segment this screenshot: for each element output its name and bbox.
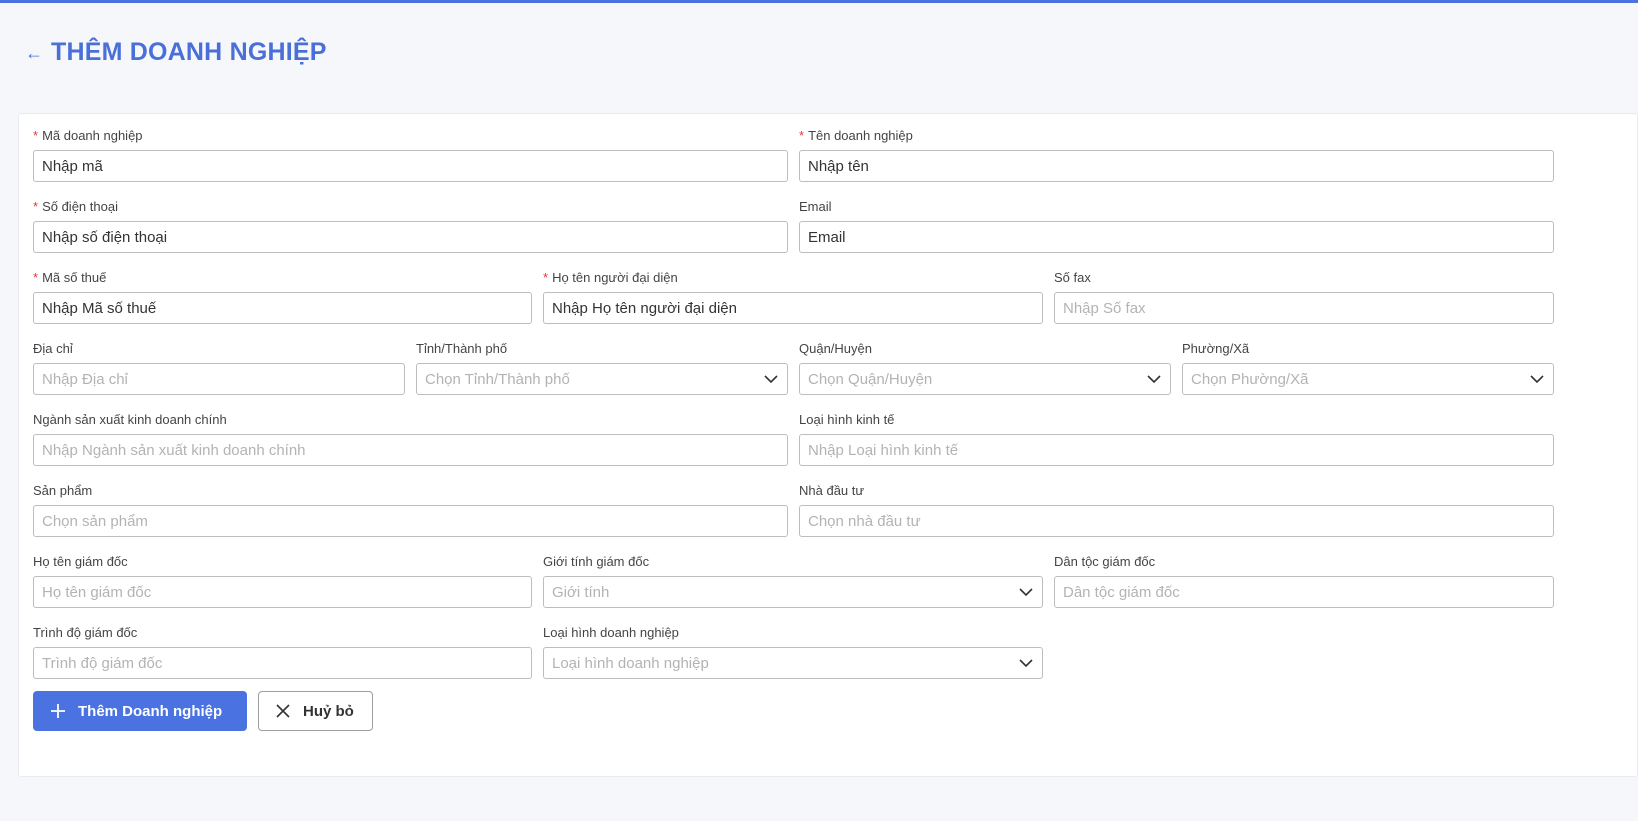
field-san-pham: Sản phẩm Chọn sản phẩm (33, 482, 788, 537)
field-dan-toc-giam-doc: Dân tộc giám đốc Dân tộc giám đốc (1054, 553, 1554, 608)
field-label: Trình độ giám đốc (33, 625, 138, 640)
page-header: ← THÊM DOANH NGHIỆP (25, 38, 327, 67)
field-label: Phường/Xã (1182, 341, 1250, 356)
field-trinh-do-giam-doc: Trình độ giám đốc Trình độ giám đốc (33, 624, 532, 679)
field-tinh-thanh-pho: Tỉnh/Thành phố Chọn Tỉnh/Thành phố (416, 340, 788, 395)
chevron-down-icon (1147, 375, 1161, 384)
chevron-down-icon (1019, 659, 1033, 668)
trinh-do-giam-doc-input[interactable]: Trình độ giám đốc (33, 647, 532, 679)
field-label: Tên doanh nghiệp (808, 128, 913, 143)
field-loai-hinh-kinh-te: Loại hình kinh tế Nhập Loại hình kinh tế (799, 411, 1554, 466)
button-label: Thêm Doanh nghiệp (78, 702, 223, 720)
required-mark: * (33, 270, 39, 285)
field-ten-doanh-nghiep: * Tên doanh nghiệp Nhập tên (799, 127, 1554, 182)
add-enterprise-button[interactable]: Thêm Doanh nghiệp (33, 691, 247, 731)
loai-hinh-doanh-nghiep-select[interactable]: Loại hình doanh nghiệp (543, 647, 1043, 679)
ho-ten-giam-doc-input[interactable]: Họ tên giám đốc (33, 576, 532, 608)
tinh-thanh-pho-select[interactable]: Chọn Tỉnh/Thành phố (416, 363, 788, 395)
field-so-dien-thoai: * Số điện thoại Nhập số điện thoại (33, 198, 788, 253)
field-ma-doanh-nghiep: * Mã doanh nghiệp Nhập mã (33, 127, 788, 182)
field-label: Sản phẩm (33, 483, 93, 498)
form-card: * Mã doanh nghiệp Nhập mã * Tên doanh nghi… (18, 113, 1638, 777)
loai-hinh-kinh-te-input[interactable]: Nhập Loại hình kinh tế (799, 434, 1554, 466)
plus-icon (51, 704, 65, 718)
nguoi-dai-dien-input[interactable]: Nhập Họ tên người đại diện (543, 292, 1043, 324)
field-label: Ngành sản xuất kinh doanh chính (33, 412, 227, 427)
so-fax-input[interactable]: Nhập Số fax (1054, 292, 1554, 324)
field-so-fax: Số fax Nhập Số fax (1054, 269, 1554, 324)
required-mark: * (799, 128, 805, 143)
ma-so-thue-input[interactable]: Nhập Mã số thuế (33, 292, 532, 324)
san-pham-select[interactable]: Chọn sản phẩm (33, 505, 788, 537)
field-label: Loại hình doanh nghiệp (543, 625, 679, 640)
field-phuong-xa: Phường/Xã Chọn Phường/Xã (1182, 340, 1554, 395)
required-mark: * (33, 128, 39, 143)
select-placeholder: Chọn Phường/Xã (1191, 370, 1309, 388)
cancel-button[interactable]: Huỷ bỏ (258, 691, 373, 731)
ten-doanh-nghiep-input[interactable]: Nhập tên (799, 150, 1554, 182)
select-placeholder: Loại hình doanh nghiệp (552, 654, 709, 672)
field-label: Họ tên giám đốc (33, 554, 128, 569)
so-dien-thoai-input[interactable]: Nhập số điện thoại (33, 221, 788, 253)
page-title: THÊM DOANH NGHIỆP (51, 38, 327, 66)
field-email: Email Email (799, 198, 1554, 253)
field-label: Họ tên người đại diện (552, 270, 678, 285)
close-icon (276, 704, 290, 718)
field-label: Địa chỉ (33, 341, 73, 356)
top-accent-bar (0, 0, 1638, 3)
field-ma-so-thue: * Mã số thuế Nhập Mã số thuế (33, 269, 532, 324)
nha-dau-tu-select[interactable]: Chọn nhà đầu tư (799, 505, 1554, 537)
field-quan-huyen: Quận/Huyện Chọn Quận/Huyện (799, 340, 1171, 395)
gioi-tinh-giam-doc-select[interactable]: Giới tính (543, 576, 1043, 608)
chevron-down-icon (1530, 375, 1544, 384)
chevron-down-icon (1019, 588, 1033, 597)
email-input[interactable]: Email (799, 221, 1554, 253)
field-label: Mã doanh nghiệp (42, 128, 143, 143)
select-placeholder: Chọn Quận/Huyện (808, 370, 933, 388)
select-placeholder: Giới tính (552, 583, 610, 601)
field-label: Loại hình kinh tế (799, 412, 895, 427)
required-mark: * (33, 199, 39, 214)
ma-doanh-nghiep-input[interactable]: Nhập mã (33, 150, 788, 182)
field-label: Số điện thoại (42, 199, 118, 214)
field-label: Nhà đầu tư (799, 483, 865, 498)
field-label: Số fax (1054, 270, 1091, 285)
dan-toc-giam-doc-input[interactable]: Dân tộc giám đốc (1054, 576, 1554, 608)
field-label: Dân tộc giám đốc (1054, 554, 1156, 569)
required-mark: * (543, 270, 549, 285)
button-label: Huỷ bỏ (303, 702, 354, 720)
field-label: Tỉnh/Thành phố (416, 341, 508, 356)
field-loai-hinh-doanh-nghiep: Loại hình doanh nghiệp Loại hình doanh n… (543, 624, 1043, 679)
dia-chi-input[interactable]: Nhập Địa chỉ (33, 363, 405, 395)
field-label: Giới tính giám đốc (543, 554, 650, 569)
quan-huyen-select[interactable]: Chọn Quận/Huyện (799, 363, 1171, 395)
field-gioi-tinh-giam-doc: Giới tính giám đốc Giới tính (543, 553, 1043, 608)
field-dia-chi: Địa chỉ Nhập Địa chỉ (33, 340, 405, 395)
select-placeholder: Chọn Tỉnh/Thành phố (425, 370, 570, 388)
chevron-down-icon (764, 375, 778, 384)
field-label: Email (799, 199, 832, 214)
arrow-left-icon[interactable]: ← (25, 44, 43, 62)
field-label: Quận/Huyện (799, 341, 872, 356)
phuong-xa-select[interactable]: Chọn Phường/Xã (1182, 363, 1554, 395)
nganh-san-xuat-input[interactable]: Nhập Ngành sản xuất kinh doanh chính (33, 434, 788, 466)
field-nha-dau-tu: Nhà đầu tư Chọn nhà đầu tư (799, 482, 1554, 537)
field-nganh-san-xuat: Ngành sản xuất kinh doanh chính Nhập Ngà… (33, 411, 788, 466)
field-ho-ten-giam-doc: Họ tên giám đốc Họ tên giám đốc (33, 553, 532, 608)
field-label: Mã số thuế (42, 270, 107, 285)
field-nguoi-dai-dien: * Họ tên người đại diện Nhập Họ tên người… (543, 269, 1043, 324)
